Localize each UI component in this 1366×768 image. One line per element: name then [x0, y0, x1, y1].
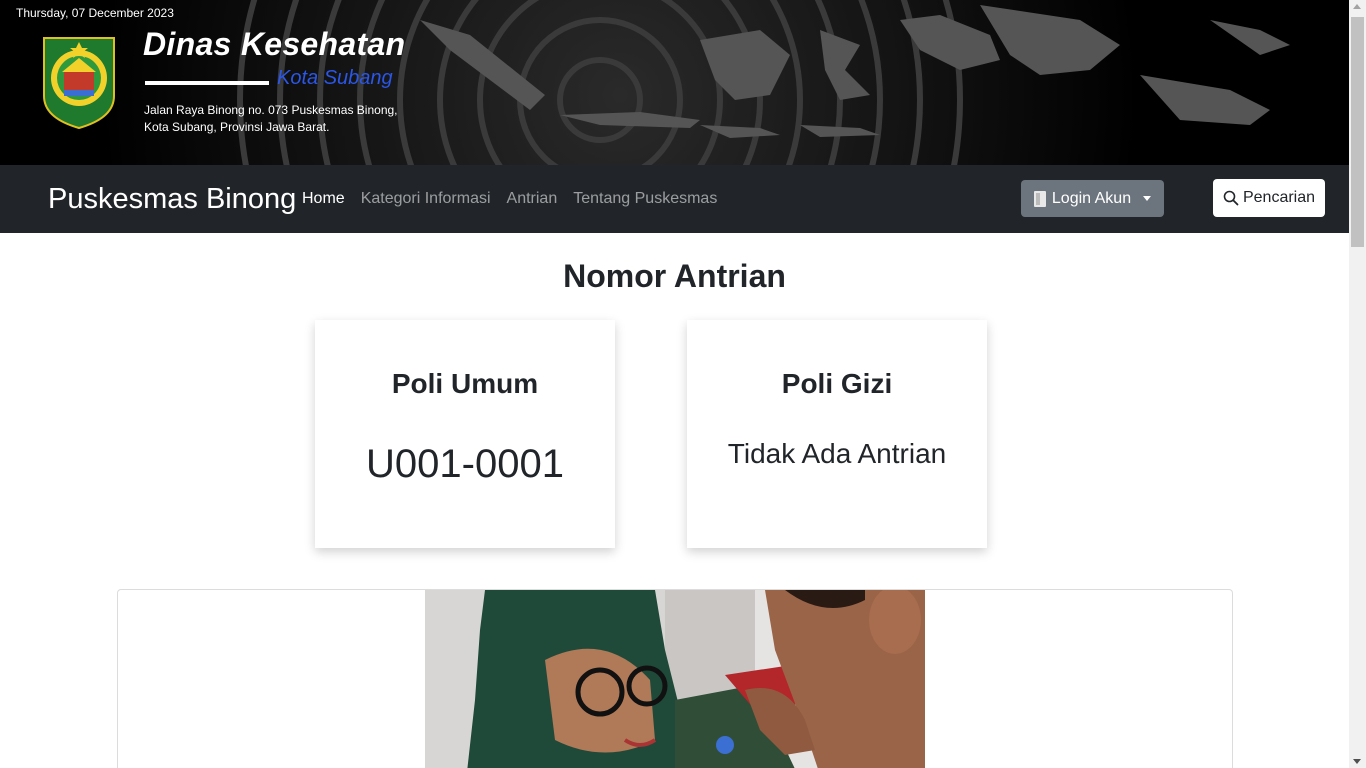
brand-subtitle: Kota Subang — [277, 67, 393, 89]
search-icon — [1223, 190, 1239, 206]
nav-link-antrian[interactable]: Antrian — [507, 190, 558, 208]
door-icon — [1033, 190, 1046, 207]
scrollbar-thumb[interactable] — [1351, 17, 1364, 247]
scroll-down-arrow-icon[interactable] — [1353, 759, 1361, 764]
queue-card-title: Poli Umum — [391, 368, 539, 399]
scroll-up-arrow-icon[interactable] — [1353, 4, 1361, 9]
nav-link-tentang-puskesmas[interactable]: Tentang Puskesmas — [573, 190, 717, 208]
current-date: Thursday, 07 December 2023 — [16, 6, 174, 20]
search-button-label: Pencarian — [1242, 189, 1316, 206]
caret-down-icon — [1143, 196, 1152, 201]
main-navbar: Puskesmas Binong Home Kategori Informasi… — [0, 165, 1349, 233]
navbar-brand[interactable]: Puskesmas Binong — [48, 183, 296, 216]
queue-section-title: Nomor Antrian — [563, 258, 786, 294]
login-dropdown-button[interactable]: Login Akun — [1021, 180, 1164, 217]
login-button-label: Login Akun — [1051, 189, 1132, 207]
vertical-scrollbar[interactable] — [1349, 0, 1366, 768]
featured-image-card — [117, 589, 1233, 768]
header-banner: Thursday, 07 December 2023 Dinas Kesehat… — [0, 0, 1349, 165]
health-worker-child-photo — [425, 590, 925, 768]
brand-underline — [145, 81, 269, 85]
queue-card-poli-gizi: Poli Gizi Tidak Ada Antrian — [687, 320, 987, 548]
search-button[interactable]: Pencarian — [1213, 179, 1325, 217]
queue-card-poli-umum: Poli Umum U001-0001 — [315, 320, 615, 548]
nav-links: Home Kategori Informasi Antrian Tentang … — [302, 165, 717, 233]
nav-link-home[interactable]: Home — [302, 190, 345, 208]
queue-card-title: Poli Gizi — [781, 368, 893, 399]
address: Jalan Raya Binong no. 073 Puskesmas Bino… — [144, 102, 398, 136]
brand-title: Dinas Kesehatan — [143, 26, 406, 62]
queue-status: Tidak Ada Antrian — [727, 438, 947, 469]
nav-link-kategori-informasi[interactable]: Kategori Informasi — [361, 190, 491, 208]
subang-regency-emblem-icon — [43, 37, 115, 130]
queue-number: U001-0001 — [366, 442, 564, 486]
address-line-2: Kota Subang, Provinsi Jawa Barat. — [144, 120, 330, 134]
page: Thursday, 07 December 2023 Dinas Kesehat… — [0, 0, 1349, 768]
address-line-1: Jalan Raya Binong no. 073 Puskesmas Bino… — [144, 103, 398, 117]
